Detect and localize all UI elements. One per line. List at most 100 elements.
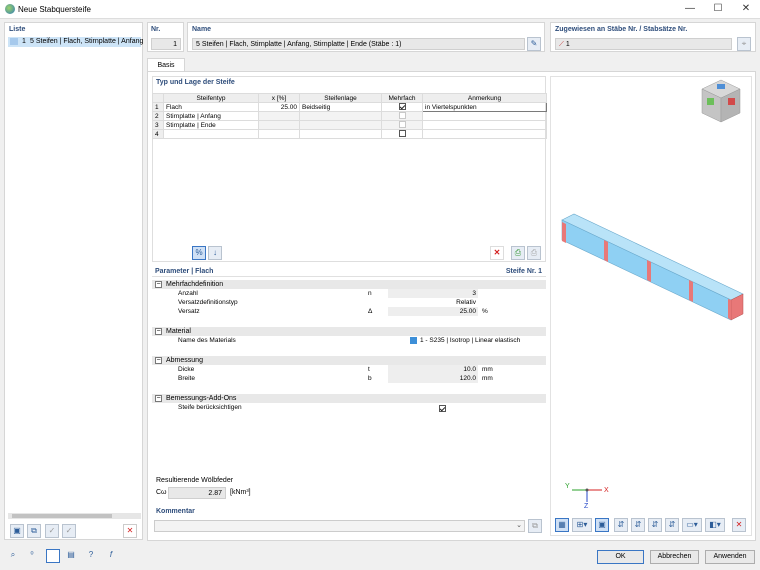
select-members-icon[interactable]: ⌖: [737, 37, 751, 51]
param-row[interactable]: Name des Materials 1 - S235 | Isotrop | L…: [152, 336, 546, 345]
view-x-icon[interactable]: ⇵: [614, 518, 628, 532]
dimension-dropdown-icon[interactable]: ⊞▾: [572, 518, 592, 532]
cancel-button[interactable]: Abbrechen: [650, 550, 699, 564]
collapse-icon[interactable]: −: [155, 281, 162, 288]
table-row[interactable]: 4: [152, 129, 547, 139]
param-label: Versatz: [178, 308, 200, 315]
view-z-icon[interactable]: ⇵: [648, 518, 662, 532]
type-table-header: Typ und Lage der Steife: [156, 79, 235, 86]
cell-x[interactable]: 25.00: [258, 102, 300, 112]
row-number: 3: [152, 120, 164, 130]
delete-list-item-icon[interactable]: ✕: [123, 524, 137, 538]
material-value[interactable]: 1 - S235 | Isotrop | Linear elastisch: [420, 336, 520, 345]
close-window-button[interactable]: ✕: [732, 0, 760, 19]
param-value[interactable]: 120.0: [388, 374, 478, 383]
scrollbar-thumb[interactable]: [12, 514, 112, 518]
param-row[interactable]: Steife berücksichtigen: [152, 403, 546, 412]
collapse-icon[interactable]: −: [155, 395, 162, 402]
param-row[interactable]: Versatzdefinitionstyp Relativ: [152, 298, 546, 307]
param-row[interactable]: Versatz Δ 25.00%: [152, 307, 546, 316]
new-list-item-icon[interactable]: ▣: [10, 524, 24, 538]
table-header-row: Steifentyp x [%] Steifenlage Mehrfach An…: [152, 93, 547, 103]
tab-basis[interactable]: Basis: [147, 58, 185, 72]
param-row[interactable]: Breite b 120.0 mm: [152, 374, 546, 383]
view-cube-icon[interactable]: [698, 78, 744, 128]
param-label: Name des Materials: [178, 337, 236, 344]
material-color-icon: [410, 337, 417, 344]
copy-list-item-icon[interactable]: ⧉: [27, 524, 41, 538]
section-design-addons[interactable]: − Bemessungs-Add-Ons: [152, 394, 546, 403]
minimize-button[interactable]: —: [676, 0, 704, 19]
cell-position[interactable]: Beidseitig: [299, 102, 382, 112]
section-title: Abmessung: [166, 357, 203, 364]
check-list-icon[interactable]: ✓: [45, 524, 59, 538]
multiple-checkbox[interactable]: [398, 103, 406, 111]
cell-note[interactable]: [422, 111, 547, 121]
delete-row-icon[interactable]: ✕: [490, 246, 504, 260]
units-icon[interactable]: ⁰: [25, 549, 39, 563]
collapse-icon[interactable]: −: [155, 357, 162, 364]
param-symbol: Δ: [368, 308, 373, 315]
view-options-dropdown-icon[interactable]: ▭▾: [682, 518, 702, 532]
cell-x[interactable]: [258, 129, 300, 139]
import-icon[interactable]: ⎙: [511, 246, 525, 260]
cell-note[interactable]: [422, 129, 547, 139]
function-icon[interactable]: f: [104, 549, 118, 563]
view-iso-icon[interactable]: ⇵: [665, 518, 679, 532]
name-field[interactable]: 5 Steifen | Flach, Stirnplatte | Anfang,…: [192, 38, 525, 50]
cell-note[interactable]: in Viertelspunkten: [422, 102, 547, 112]
export-icon[interactable]: ⎙: [527, 246, 541, 260]
collapse-icon[interactable]: −: [155, 328, 162, 335]
cell-note[interactable]: [422, 120, 547, 130]
cell-type[interactable]: [163, 129, 259, 139]
stiffener-number: Steife Nr. 1: [505, 268, 542, 275]
table-row[interactable]: 1 Flach 25.00 Beidseitig in Viertelspunk…: [152, 102, 547, 112]
title-bar: Neue Stabquersteife — ☐ ✕: [0, 0, 760, 19]
color-icon[interactable]: [46, 549, 60, 563]
help-icon[interactable]: ?: [84, 549, 98, 563]
param-value[interactable]: 3: [388, 289, 478, 298]
table-row[interactable]: 2 Stirnplatte | Anfang: [152, 111, 547, 121]
comment-input[interactable]: [154, 520, 525, 532]
apply-button[interactable]: Anwenden: [705, 550, 755, 564]
section-dimension[interactable]: − Abmessung: [152, 356, 546, 365]
table-row[interactable]: 3 Stirnplatte | Ende: [152, 120, 547, 130]
maximize-button[interactable]: ☐: [704, 0, 732, 19]
param-row[interactable]: Dicke t 10.0 mm: [152, 365, 546, 374]
search-icon[interactable]: ⌕: [6, 549, 20, 563]
section-multiple-definition[interactable]: − Mehrfachdefinition: [152, 280, 546, 289]
render-icon[interactable]: ▣: [595, 518, 609, 532]
section-title: Mehrfachdefinition: [166, 281, 224, 288]
check-all-icon[interactable]: ✓: [62, 524, 76, 538]
param-value[interactable]: Relativ: [388, 298, 478, 307]
axis-z-label: Z: [584, 503, 589, 510]
chevron-down-icon[interactable]: ⌄: [514, 520, 524, 532]
consider-stiffener-checkbox[interactable]: [439, 404, 446, 412]
edit-name-icon[interactable]: ✎: [527, 37, 541, 51]
percent-icon[interactable]: %: [192, 246, 206, 260]
perspective-dropdown-icon[interactable]: ◧▾: [705, 518, 725, 532]
cell-position[interactable]: [299, 129, 382, 139]
cell-type[interactable]: Stirnplatte | Ende: [163, 120, 259, 130]
view-y-icon[interactable]: ⇵: [631, 518, 645, 532]
param-label: Anzahl: [178, 290, 198, 297]
multiple-checkbox[interactable]: [398, 130, 406, 138]
param-row[interactable]: Anzahl n 3: [152, 289, 546, 298]
list-scrollbar[interactable]: [8, 513, 141, 519]
comment-library-icon[interactable]: ⧉: [528, 519, 542, 533]
sort-icon[interactable]: ↓: [208, 246, 222, 260]
warping-symbol: Cω: [156, 489, 167, 496]
list-item[interactable]: 1 5 Steifen | Flach, Stirnplatte | Anfan…: [8, 37, 143, 47]
display-icon[interactable]: ▦: [555, 518, 569, 532]
assigned-field[interactable]: ⟋ 1: [555, 38, 732, 50]
reset-view-icon[interactable]: ✕: [732, 518, 746, 532]
column-header: Mehrfach: [381, 93, 423, 103]
section-material[interactable]: − Material: [152, 327, 546, 336]
number-field[interactable]: 1: [151, 38, 181, 50]
cell-type[interactable]: Flach: [163, 102, 259, 112]
ok-button[interactable]: OK: [597, 550, 644, 564]
cell-type[interactable]: Stirnplatte | Anfang: [163, 111, 259, 121]
param-value[interactable]: 10.0: [388, 365, 478, 374]
param-value[interactable]: 25.00: [388, 307, 478, 316]
table-icon[interactable]: ▤: [64, 549, 78, 563]
